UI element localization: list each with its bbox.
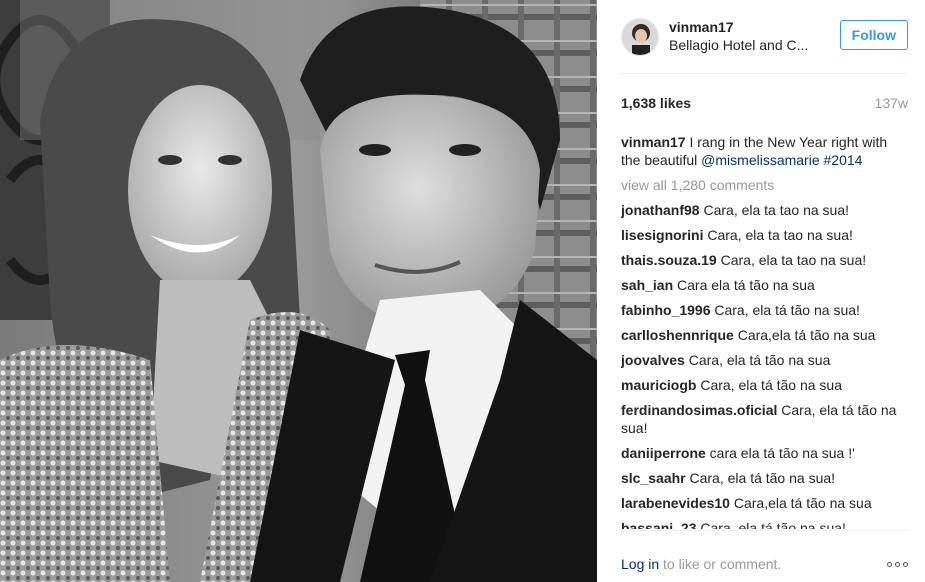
- comment-username[interactable]: daniiperrone: [621, 445, 706, 461]
- location-link[interactable]: Bellagio Hotel and C...: [669, 37, 819, 53]
- photo-icon: [0, 0, 597, 582]
- post-side-panel: vinman17 Bellagio Hotel and C... Follow …: [597, 0, 925, 582]
- comment-username[interactable]: thais.souza.19: [621, 252, 717, 268]
- avatar[interactable]: [621, 18, 659, 56]
- comment-item: mauriciogb Cara, ela tá tão na sua: [621, 376, 908, 394]
- comment-text: Cara, ela tá tão na sua!: [696, 520, 846, 529]
- comment-text: Cara,ela tá tão na sua: [733, 327, 876, 343]
- comment-item: ferdinandosimas.oficial Cara, ela tá tão…: [621, 401, 908, 437]
- login-prompt: Log in to like or comment.: [621, 556, 781, 572]
- comment-username[interactable]: ferdinandosimas.oficial: [621, 402, 777, 418]
- comment-item: joovalves Cara, ela tá tão na sua: [621, 351, 908, 369]
- comment-item: jonathanf98 Cara, ela ta tao na sua!: [621, 201, 908, 219]
- caption-mention[interactable]: @mismelissamarie: [701, 152, 819, 168]
- login-prompt-text: to like or comment.: [659, 556, 782, 572]
- comment-username[interactable]: lisesignorini: [621, 227, 703, 243]
- caption-hashtag[interactable]: #2014: [820, 152, 863, 168]
- likes-count[interactable]: 1,638 likes: [621, 95, 691, 111]
- view-all-comments-link[interactable]: view all 1,280 comments: [621, 176, 908, 194]
- dot: [903, 562, 908, 567]
- dot: [895, 562, 900, 567]
- login-link[interactable]: Log in: [621, 556, 659, 572]
- comment-text: Cara ela tá tão na sua: [673, 277, 815, 293]
- comment-text: Cara, ela tá tão na sua: [684, 352, 831, 368]
- comments-list[interactable]: vinman17 I rang in the New Year right wi…: [621, 133, 908, 529]
- post-time-ago[interactable]: 137w: [875, 95, 908, 111]
- comment-username[interactable]: joovalves: [621, 352, 685, 368]
- comment-item: thais.souza.19 Cara, ela ta tao na sua!: [621, 251, 908, 269]
- dot: [887, 562, 892, 567]
- comment-item: daniiperrone cara ela tá tão na sua !': [621, 444, 908, 462]
- comment-item: larabenevides10 Cara,ela tá tão na sua: [621, 494, 908, 512]
- follow-button[interactable]: Follow: [839, 20, 908, 50]
- comment-item: fabinho_1996 Cara, ela tá tão na sua!: [621, 301, 908, 319]
- more-options-icon[interactable]: [887, 562, 908, 567]
- comment-username[interactable]: slc_saahr: [621, 470, 686, 486]
- comment-username[interactable]: jonathanf98: [621, 202, 700, 218]
- comment-item: lisesignorini Cara, ela ta tao na sua!: [621, 226, 908, 244]
- comment-item: carlloshennrique Cara,ela tá tão na sua: [621, 326, 908, 344]
- comment-text: Cara, ela tá tão na sua!: [685, 470, 836, 486]
- likes-row: 1,638 likes 137w: [621, 95, 908, 113]
- comment-username[interactable]: fabinho_1996: [621, 302, 710, 318]
- post-header: vinman17 Bellagio Hotel and C... Follow: [621, 16, 908, 74]
- comment-text: Cara, ela ta tao na sua!: [699, 202, 850, 218]
- comment-text: Cara,ela tá tão na sua: [729, 495, 872, 511]
- post-caption: vinman17 I rang in the New Year right wi…: [621, 133, 908, 169]
- caption-username[interactable]: vinman17: [621, 134, 686, 150]
- comment-username[interactable]: sah_ian: [621, 277, 673, 293]
- comment-text: Cara, ela tá tão na sua: [696, 377, 843, 393]
- comment-container: jonathanf98 Cara, ela ta tao na sua! lise…: [621, 201, 908, 529]
- username-link[interactable]: vinman17: [669, 19, 734, 35]
- comment-text: Cara, ela ta tao na sua!: [716, 252, 867, 268]
- comment-item: sah_ian Cara ela tá tão na sua: [621, 276, 908, 294]
- comment-item: bassani_23 Cara, ela tá tão na sua!: [621, 519, 908, 529]
- comment-username[interactable]: bassani_23: [621, 520, 697, 529]
- comment-username[interactable]: carlloshennrique: [621, 327, 734, 343]
- post-footer: Log in to like or comment.: [621, 530, 908, 582]
- comment-username[interactable]: larabenevides10: [621, 495, 730, 511]
- comment-username[interactable]: mauriciogb: [621, 377, 696, 393]
- post-photo[interactable]: [0, 0, 597, 582]
- comment-item: slc_saahr Cara, ela tá tão na sua!: [621, 469, 908, 487]
- comment-text: Cara, ela tá tão na sua!: [710, 302, 860, 318]
- comment-text: Cara, ela ta tao na sua!: [703, 227, 853, 243]
- comment-text: cara ela tá tão na sua !': [705, 445, 855, 461]
